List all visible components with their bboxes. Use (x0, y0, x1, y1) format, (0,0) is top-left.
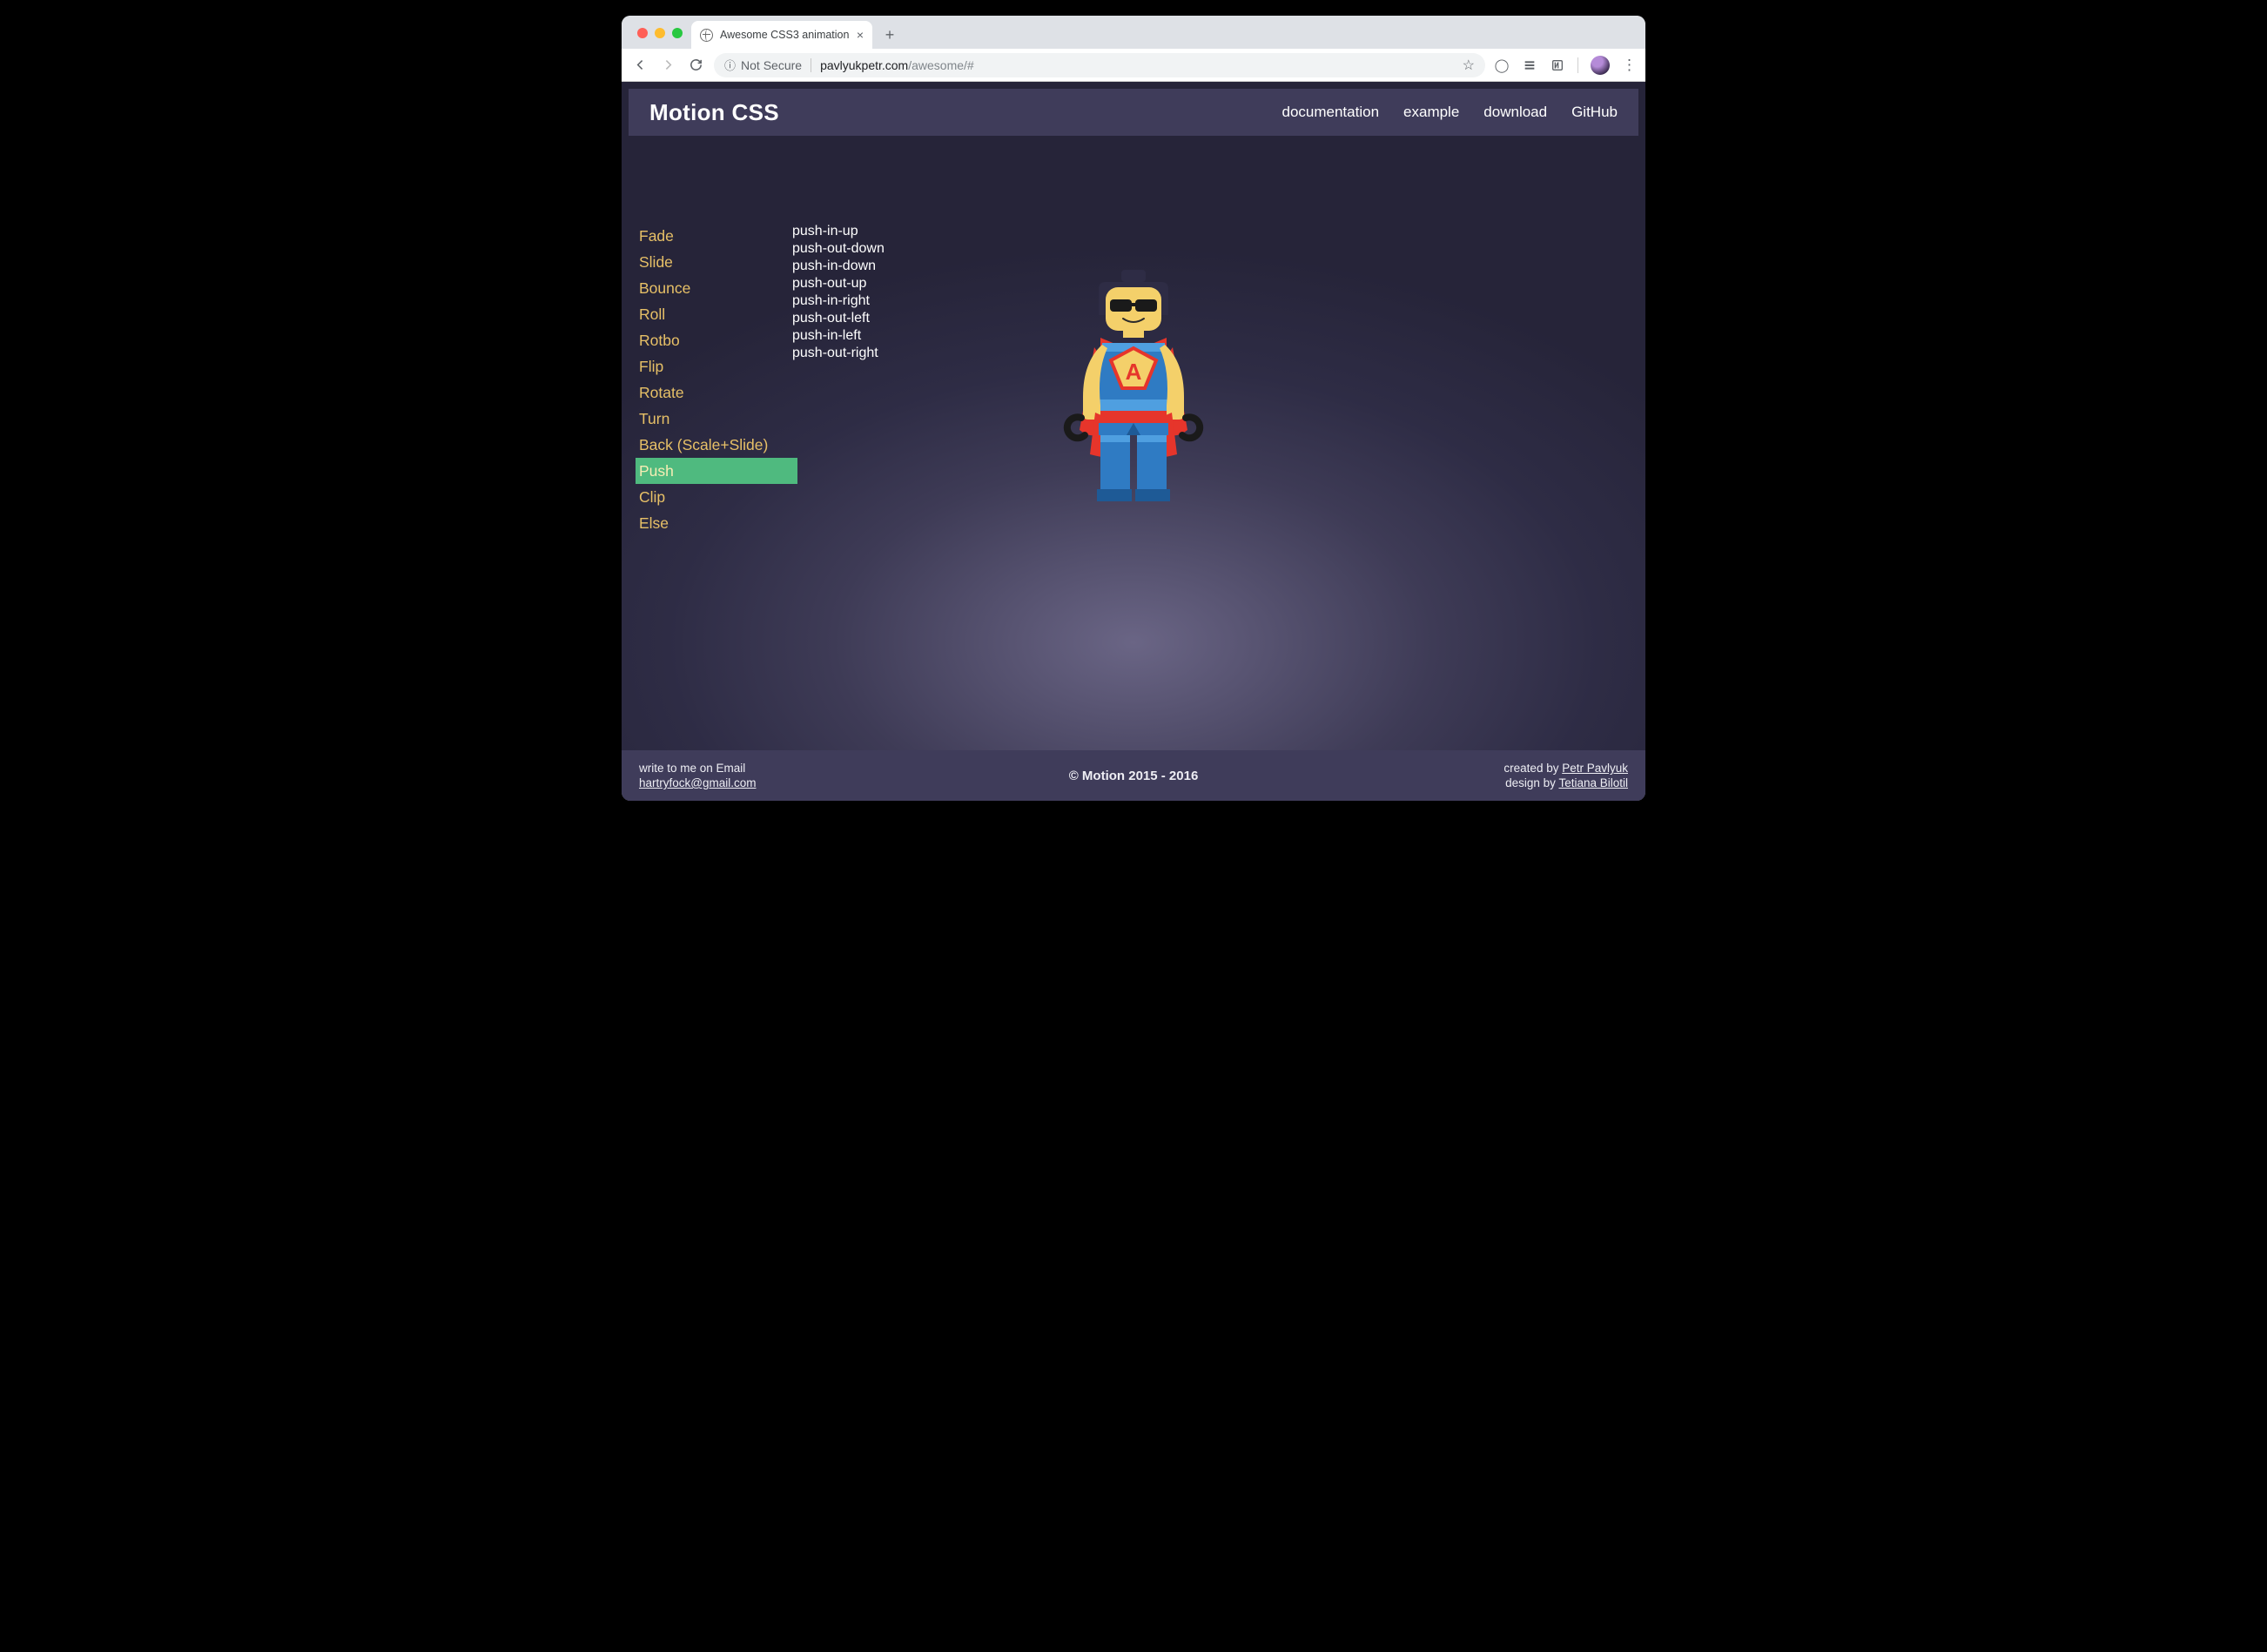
category-item-slide[interactable]: Slide (636, 249, 787, 275)
category-item-roll[interactable]: Roll (636, 301, 787, 327)
window-close-button[interactable] (637, 28, 648, 38)
separator (1577, 57, 1578, 73)
animation-item-push-out-down[interactable]: push-out-down (792, 240, 885, 258)
profile-avatar[interactable] (1591, 56, 1610, 75)
category-item-turn[interactable]: Turn (636, 406, 787, 432)
category-item-push[interactable]: Push (636, 458, 797, 484)
footer-credits: created by Petr Pavlyuk design by Tetian… (1503, 761, 1628, 790)
footer-copyright: © Motion 2015 - 2016 (1069, 769, 1199, 783)
site-title: Motion CSS (649, 99, 779, 126)
category-item-fade[interactable]: Fade (636, 223, 787, 249)
footer-contact: write to me on Email hartryfock@gmail.co… (639, 761, 757, 790)
address-bar[interactable]: ⓘ Not Secure pavlyukpetr.com/awesome/# ☆ (714, 53, 1485, 77)
category-item-bounce[interactable]: Bounce (636, 275, 787, 301)
site-header: Motion CSS documentation example downloa… (629, 89, 1638, 136)
category-list: FadeSlideBounceRollRotboFlipRotateTurnBa… (622, 223, 787, 536)
extension-icon-2[interactable] (1522, 57, 1537, 73)
category-item-flip[interactable]: Flip (636, 353, 787, 379)
category-item-else[interactable]: Else (636, 510, 787, 536)
window-minimize-button[interactable] (655, 28, 665, 38)
tab-close-button[interactable]: × (857, 28, 864, 42)
info-icon: ⓘ (724, 57, 736, 73)
extension-icons: ◯ ⋮ (1494, 56, 1637, 75)
extension-icon-1[interactable]: ◯ (1494, 57, 1510, 73)
animation-item-push-out-up[interactable]: push-out-up (792, 275, 885, 292)
globe-icon (700, 29, 713, 42)
page-viewport: Motion CSS documentation example downloa… (622, 82, 1645, 801)
site-footer: write to me on Email hartryfock@gmail.co… (622, 750, 1645, 801)
forward-button[interactable] (658, 56, 677, 75)
hero-illustration: A (1055, 265, 1212, 526)
nav-link-download[interactable]: download (1483, 104, 1547, 121)
category-item-clip[interactable]: Clip (636, 484, 787, 510)
category-item-back-scale-slide-[interactable]: Back (Scale+Slide) (636, 432, 787, 458)
browser-tab[interactable]: Awesome CSS3 animation × (691, 21, 872, 49)
animation-list: push-in-uppush-out-downpush-in-downpush-… (787, 223, 885, 536)
security-label: Not Secure (741, 58, 802, 72)
new-tab-button[interactable]: + (878, 23, 902, 47)
animation-item-push-in-up[interactable]: push-in-up (792, 223, 885, 240)
reload-button[interactable] (686, 56, 705, 75)
nav-link-github[interactable]: GitHub (1571, 104, 1618, 121)
nav-link-documentation[interactable]: documentation (1282, 104, 1380, 121)
animation-item-push-in-left[interactable]: push-in-left (792, 327, 885, 345)
category-item-rotate[interactable]: Rotate (636, 379, 787, 406)
footer-author-link[interactable]: Petr Pavlyuk (1562, 762, 1628, 775)
animation-item-push-in-down[interactable]: push-in-down (792, 258, 885, 275)
category-item-rotbo[interactable]: Rotbo (636, 327, 787, 353)
tab-strip: Awesome CSS3 animation × + (622, 16, 1645, 49)
animation-item-push-out-right[interactable]: push-out-right (792, 345, 885, 362)
window-controls (637, 28, 683, 38)
nav-link-example[interactable]: example (1403, 104, 1459, 121)
browser-toolbar: ⓘ Not Secure pavlyukpetr.com/awesome/# ☆… (622, 49, 1645, 82)
security-indicator[interactable]: ⓘ Not Secure (724, 57, 802, 73)
hero-letter: A (1126, 359, 1142, 385)
animation-item-push-in-right[interactable]: push-in-right (792, 292, 885, 310)
site-nav: documentation example download GitHub (1282, 104, 1618, 121)
animation-item-push-out-left[interactable]: push-out-left (792, 310, 885, 327)
url-text: pavlyukpetr.com/awesome/# (820, 58, 974, 72)
footer-email-link[interactable]: hartryfock@gmail.com (639, 776, 757, 790)
back-button[interactable] (630, 56, 649, 75)
window-zoom-button[interactable] (672, 28, 683, 38)
extension-icon-3[interactable] (1550, 57, 1565, 73)
browser-window: Awesome CSS3 animation × + ⓘ Not Secure … (622, 16, 1645, 801)
footer-designer-link[interactable]: Tetiana Bilotil (1558, 776, 1628, 789)
tab-title: Awesome CSS3 animation (720, 29, 849, 41)
bookmark-star-icon[interactable]: ☆ (1463, 57, 1475, 74)
menu-button[interactable]: ⋮ (1622, 57, 1637, 74)
footer-write-label: write to me on Email (639, 761, 757, 776)
